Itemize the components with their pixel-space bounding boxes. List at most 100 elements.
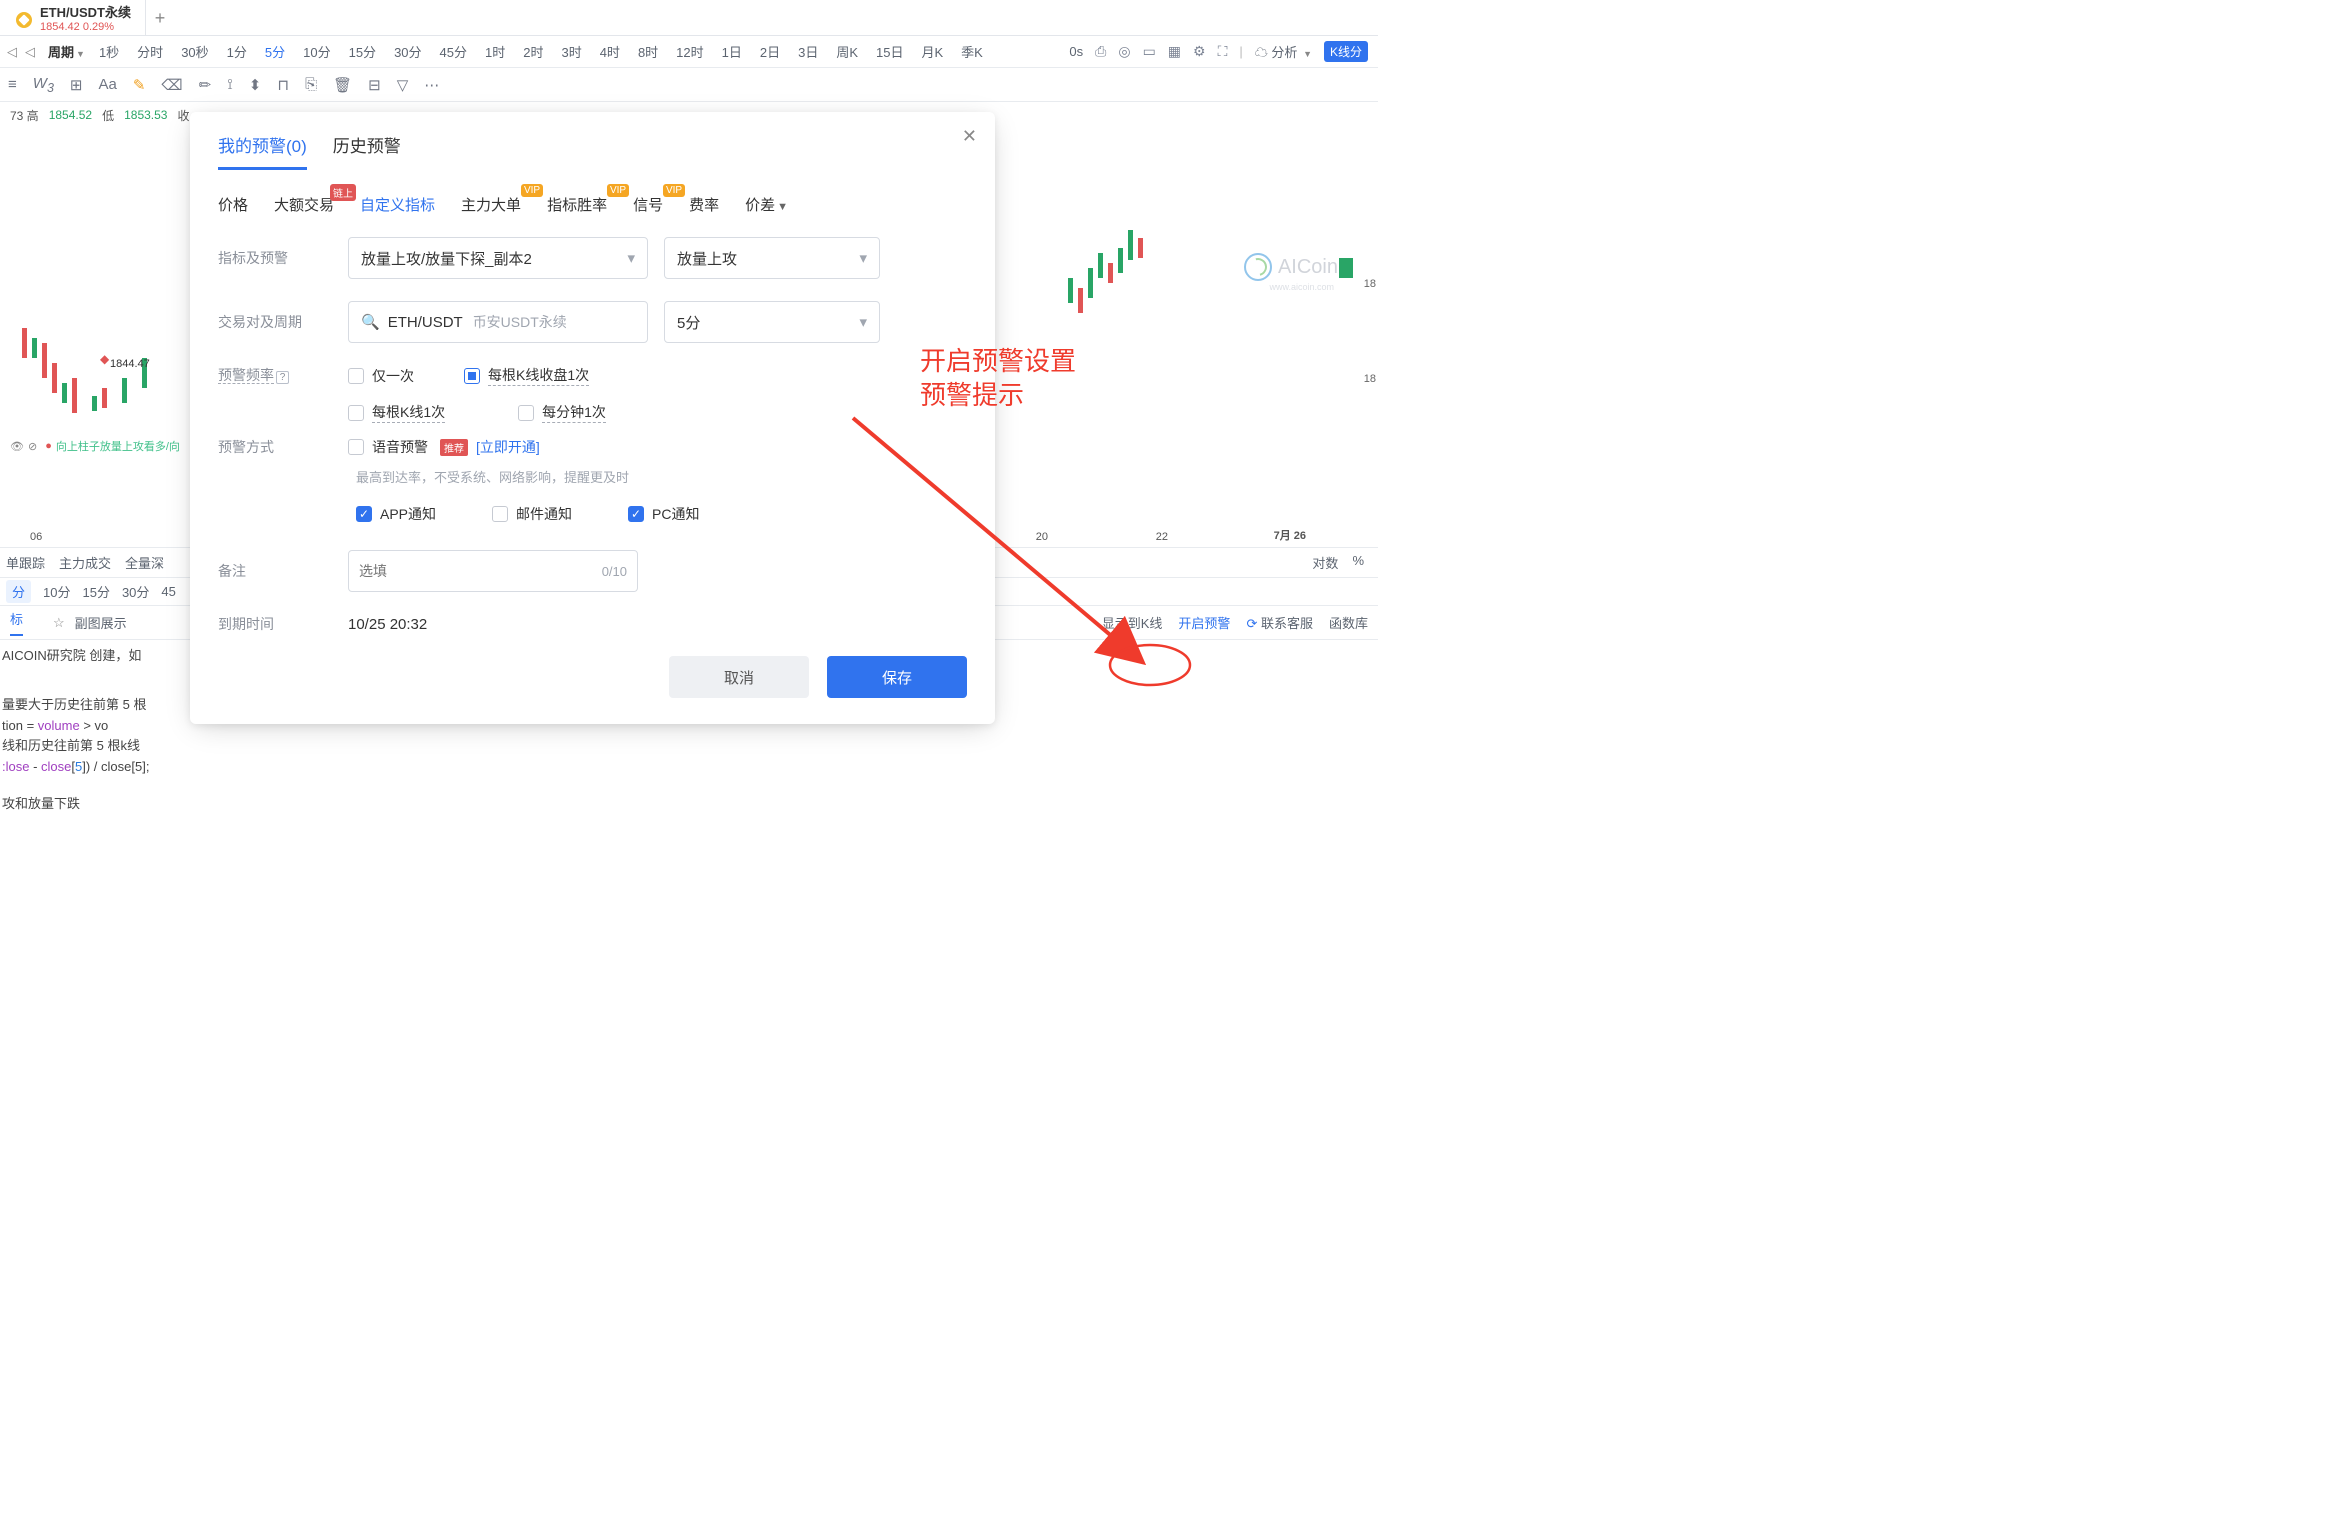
indicator-label[interactable]: 👁 ⊘ ●向上柱子放量上攻看多/向 [10, 438, 180, 454]
analysis-dropdown[interactable]: ☁ 分析 ▼ [1255, 42, 1312, 61]
subplot-toggle[interactable]: 副图展示 [75, 613, 127, 632]
select-condition[interactable]: 放量上攻▾ [664, 237, 880, 279]
eye-off-icon[interactable]: ⊘ [28, 440, 37, 453]
period-2h[interactable]: 2时 [519, 40, 547, 63]
function-lib-button[interactable]: 函数库 [1329, 613, 1368, 632]
period-8h[interactable]: 8时 [634, 40, 662, 63]
star-icon[interactable]: ☆ [53, 615, 65, 631]
bt-main[interactable]: 主力成交 [59, 553, 111, 572]
window-icon[interactable]: ▭ [1143, 43, 1156, 60]
show-on-k-button[interactable]: 显示到K线 [1102, 613, 1163, 632]
int-active[interactable]: 分 [6, 580, 31, 603]
add-tool-icon[interactable]: ⊞ [70, 76, 83, 94]
period-1m[interactable]: 1分 [223, 40, 251, 63]
trash-tool-icon[interactable]: 🗑 [333, 76, 352, 94]
wave-tool-icon[interactable]: W3 [33, 75, 54, 95]
add-tab-button[interactable]: + [146, 0, 174, 36]
select-period[interactable]: 5分▾ [664, 301, 880, 343]
measure-tool-icon[interactable]: ⬍ [249, 76, 262, 94]
st-price[interactable]: 价格 [218, 194, 248, 215]
remark-input[interactable]: 0/10 [348, 550, 638, 592]
label-expire: 到期时间 [218, 614, 348, 634]
st-bigdeal[interactable]: 大额交易链上 [274, 194, 334, 215]
brush-tool-icon[interactable]: ✏ [199, 76, 212, 94]
period-15m[interactable]: 15分 [345, 40, 380, 63]
cancel-button[interactable]: 取消 [669, 656, 809, 698]
copy-tool-icon[interactable]: ⎘ [305, 76, 317, 93]
period-mo[interactable]: 月K [917, 40, 947, 63]
target-icon[interactable]: ◎ [1118, 43, 1130, 60]
close-icon[interactable]: ✕ [962, 126, 977, 147]
ruler-tool-icon[interactable]: ⟟ [227, 76, 233, 93]
pin-tool-icon[interactable]: ⊟ [368, 76, 381, 94]
period-2d[interactable]: 2日 [756, 40, 784, 63]
chk-pc[interactable]: PC通知 [628, 504, 699, 524]
settings-icon[interactable]: ⚙ [1193, 43, 1206, 60]
period-45m[interactable]: 45分 [436, 40, 471, 63]
filter-tool-icon[interactable]: ▽ [397, 76, 409, 94]
period-3h[interactable]: 3时 [557, 40, 585, 63]
st-fee[interactable]: 费率 [689, 194, 719, 215]
input-pair[interactable]: 🔍 ETH/USDT 币安USDT永续 [348, 301, 648, 343]
st-custom[interactable]: 自定义指标 [360, 194, 435, 215]
period-3d[interactable]: 3日 [794, 40, 822, 63]
period-wk[interactable]: 周K [832, 40, 862, 63]
chk-once[interactable]: 仅一次 [348, 365, 414, 386]
chk-voice[interactable]: 语音预警 推荐 [立即开通] [348, 437, 540, 457]
nav-back2-icon[interactable]: ◁ [22, 44, 38, 60]
kline-mode-button[interactable]: K线分 [1324, 41, 1368, 62]
tab-history-alerts[interactable]: 历史预警 [333, 132, 401, 170]
period-12h[interactable]: 12时 [672, 40, 707, 63]
fib-tool-icon[interactable]: ⊓ [277, 76, 289, 94]
int-10[interactable]: 10分 [43, 582, 70, 601]
st-winrate[interactable]: 指标胜率VIP [547, 194, 607, 215]
period-30m[interactable]: 30分 [390, 40, 425, 63]
chk-app[interactable]: APP通知 [356, 504, 436, 524]
period-tick[interactable]: 分时 [133, 40, 167, 63]
open-alert-button[interactable]: 开启预警 [1178, 613, 1230, 632]
st-signal[interactable]: 信号VIP [633, 194, 663, 215]
period-4h[interactable]: 4时 [596, 40, 624, 63]
int-45[interactable]: 45 [161, 584, 175, 599]
period-1h[interactable]: 1时 [481, 40, 509, 63]
chk-mail[interactable]: 邮件通知 [492, 504, 572, 524]
script-tab-ind[interactable]: 标 [10, 609, 23, 636]
lines-tool-icon[interactable]: ≡ [8, 76, 17, 93]
period-qr[interactable]: 季K [957, 40, 987, 63]
period-15d[interactable]: 15日 [872, 40, 907, 63]
expand-icon[interactable]: ⛶ [1218, 43, 1228, 60]
st-main[interactable]: 主力大单VIP [461, 194, 521, 215]
int-30[interactable]: 30分 [122, 582, 149, 601]
tab-my-alerts[interactable]: 我的预警(0) [218, 132, 307, 170]
more-tool-icon[interactable]: ⋯ [424, 76, 439, 94]
contact-support-button[interactable]: ⟳ 联系客服 [1246, 613, 1313, 632]
speed-label[interactable]: 0s [1069, 44, 1083, 59]
period-1d[interactable]: 1日 [718, 40, 746, 63]
save-button[interactable]: 保存 [827, 656, 967, 698]
int-15[interactable]: 15分 [82, 582, 109, 601]
period-1s[interactable]: 1秒 [95, 40, 123, 63]
bt-log[interactable]: 对数 [1312, 553, 1338, 572]
chk-per-close[interactable]: 每根K线收盘1次 [464, 365, 589, 386]
bt-track[interactable]: 单跟踪 [6, 553, 45, 572]
period-30s[interactable]: 30秒 [177, 40, 212, 63]
period-5m[interactable]: 5分 [261, 40, 289, 63]
camera-icon[interactable]: ⎙ [1095, 43, 1106, 60]
bt-depth[interactable]: 全量深 [125, 553, 164, 572]
chk-per-k[interactable]: 每根K线1次 [348, 402, 445, 423]
eraser-tool-icon[interactable]: ⌫ [161, 76, 182, 94]
edit-tool-icon[interactable]: ✎ [133, 76, 146, 94]
remark-field[interactable] [359, 563, 602, 579]
text-tool-icon[interactable]: Aa [98, 76, 116, 93]
bt-pct[interactable]: % [1352, 553, 1364, 572]
symbol-tab[interactable]: ETH/USDT永续 1854.42 0.29% [6, 0, 146, 36]
grid-icon[interactable]: ▦ [1168, 43, 1181, 60]
link-open-now[interactable]: [立即开通] [476, 437, 540, 457]
label-freq: 预警频率? [218, 365, 348, 385]
period-10m[interactable]: 10分 [299, 40, 334, 63]
st-spread[interactable]: 价差▼ [745, 194, 788, 215]
select-indicator[interactable]: 放量上攻/放量下探_副本2▾ [348, 237, 648, 279]
eye-icon[interactable]: 👁 [10, 440, 24, 453]
chk-per-min[interactable]: 每分钟1次 [518, 402, 606, 423]
nav-back-icon[interactable]: ◁ [4, 44, 20, 60]
